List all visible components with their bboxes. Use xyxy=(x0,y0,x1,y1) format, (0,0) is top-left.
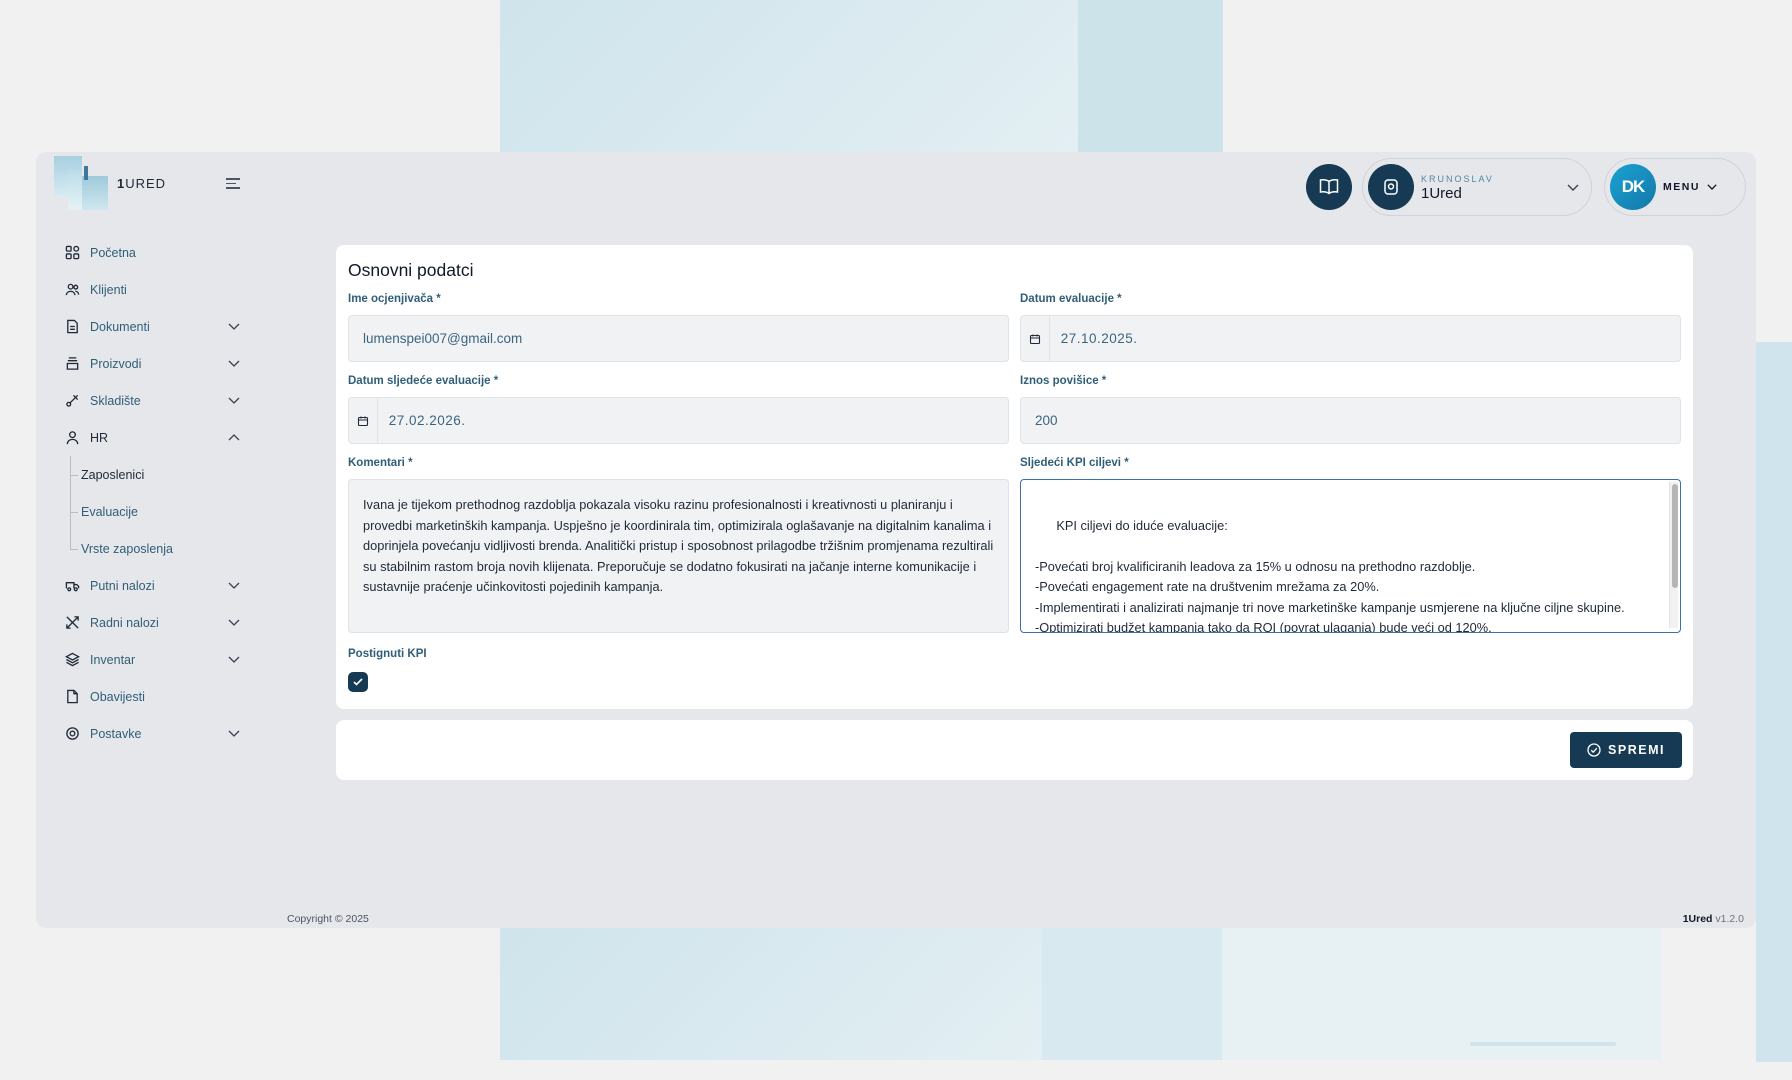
hamburger-icon[interactable] xyxy=(226,178,240,190)
version: 1Ured v1.2.0 xyxy=(1682,913,1744,925)
eval-date-label: Datum evaluacije * xyxy=(1020,293,1122,305)
kpi-achieved-checkbox[interactable] xyxy=(348,672,368,692)
evaluator-input[interactable] xyxy=(349,331,1008,346)
sidebar-item-label: Skladište xyxy=(90,393,141,408)
sidebar: Početna Klijenti Dokumenti Proizvodi Skl… xyxy=(56,234,256,752)
raise-label: Iznos povišice * xyxy=(1020,375,1107,387)
sidebar-item-radni-nalozi[interactable]: Radni nalozi xyxy=(56,604,256,641)
sidebar-subitem-vrste-zaposlenja[interactable]: Vrste zaposlenja xyxy=(56,530,256,567)
background-panel xyxy=(1756,342,1792,1062)
camera-icon xyxy=(1384,179,1398,195)
background-line xyxy=(1470,1042,1616,1046)
logo-icon xyxy=(54,156,110,210)
eval-date-field[interactable] xyxy=(1020,315,1681,362)
next-eval-label: Datum sljedeće evaluacije * xyxy=(348,375,499,387)
user-icon xyxy=(64,430,80,446)
kpi-achieved-label: Postignuti KPI xyxy=(348,648,427,660)
evaluator-field[interactable] xyxy=(348,315,1009,362)
sidebar-item-label: Obavijesti xyxy=(90,689,145,704)
chevron-down-icon xyxy=(228,360,240,367)
eval-date-input[interactable] xyxy=(1049,331,1680,346)
copyright: Copyright © 2025 xyxy=(287,913,369,925)
app-window: 1URED Početna Klijenti Dokumenti Proizvo… xyxy=(36,152,1756,928)
menu-label: MENU xyxy=(1663,181,1700,193)
book-icon xyxy=(1319,179,1339,195)
dolly-icon xyxy=(64,393,80,409)
avatar: DK xyxy=(1610,164,1656,210)
kpi-text: KPI ciljevi do iduće evaluacije: -Poveća… xyxy=(1035,517,1625,633)
page-title: Osnovni podatci xyxy=(348,260,474,280)
next-eval-input[interactable] xyxy=(377,413,1008,428)
calendar-icon[interactable] xyxy=(349,398,378,443)
sidebar-item-label: Putni nalozi xyxy=(90,578,155,593)
sidebar-subitem-evaluacije[interactable]: Evaluacije xyxy=(56,493,256,530)
layers-icon xyxy=(64,652,80,668)
kpi-label: Sljedeći KPI ciljevi * xyxy=(1020,457,1129,469)
logo-text: 1URED xyxy=(117,176,167,191)
docs-button[interactable] xyxy=(1306,164,1352,210)
sidebar-item-label: Inventar xyxy=(90,652,136,667)
background-panel xyxy=(500,928,1042,1060)
background-panel xyxy=(500,0,1078,152)
gear-icon xyxy=(64,726,80,742)
raise-field[interactable] xyxy=(1020,397,1681,444)
kpi-textarea[interactable]: KPI ciljevi do iduće evaluacije: -Poveća… xyxy=(1020,479,1681,633)
chevron-down-icon xyxy=(228,656,240,663)
tools-icon xyxy=(64,615,80,631)
sidebar-item-label: Proizvodi xyxy=(90,356,142,371)
chevron-down-icon xyxy=(1707,184,1717,190)
car-icon xyxy=(64,578,80,594)
sidebar-item-label: HR xyxy=(90,430,109,445)
form-card: Osnovni podatci Ime ocjenjivača * Datum … xyxy=(336,245,1693,709)
users-icon xyxy=(64,282,80,298)
chevron-down-icon xyxy=(228,619,240,626)
organization-avatar xyxy=(1368,164,1414,210)
background-panel xyxy=(1222,928,1662,1060)
box-icon xyxy=(64,356,80,372)
background-panel xyxy=(1042,928,1222,1060)
save-label: SPREMI xyxy=(1608,743,1665,757)
dashboard-icon xyxy=(64,245,80,261)
file-icon xyxy=(64,689,80,705)
sidebar-item-postavke[interactable]: Postavke xyxy=(56,715,256,752)
chevron-down-icon xyxy=(228,730,240,737)
sidebar-item-putni-nalozi[interactable]: Putni nalozi xyxy=(56,567,256,604)
chevron-down-icon xyxy=(228,323,240,330)
evaluator-label: Ime ocjenjivača * xyxy=(348,293,441,305)
sidebar-item-inventar[interactable]: Inventar xyxy=(56,641,256,678)
sidebar-item-label: Dokumenti xyxy=(90,319,150,334)
next-eval-field[interactable] xyxy=(348,397,1009,444)
chevron-down-icon xyxy=(228,397,240,404)
background-panel xyxy=(1078,0,1223,152)
user-menu-button[interactable]: DK MENU xyxy=(1604,158,1746,216)
check-icon xyxy=(353,678,363,686)
sidebar-item-label: Radni nalozi xyxy=(90,615,159,630)
organization-name: 1Ured xyxy=(1421,185,1462,202)
sidebar-item-skladiste[interactable]: Skladište xyxy=(56,382,256,419)
raise-input[interactable] xyxy=(1021,413,1680,428)
sidebar-item-proizvodi[interactable]: Proizvodi xyxy=(56,345,256,382)
sidebar-item-label: Klijenti xyxy=(90,282,127,297)
action-bar: SPREMI xyxy=(336,720,1693,780)
comment-textarea[interactable]: Ivana je tijekom prethodnog razdoblja po… xyxy=(348,479,1009,633)
scrollbar[interactable] xyxy=(1669,482,1678,628)
calendar-icon[interactable] xyxy=(1021,316,1050,361)
comment-label: Komentari * xyxy=(348,457,413,469)
sidebar-item-hr[interactable]: HR xyxy=(56,419,256,456)
sidebar-subitem-zaposlenici[interactable]: Zaposlenici xyxy=(56,456,256,493)
save-button[interactable]: SPREMI xyxy=(1570,732,1682,768)
sidebar-item-label: Postavke xyxy=(90,726,142,741)
check-circle-icon xyxy=(1587,743,1601,757)
organization-selector[interactable]: KRUNOSLAV 1Ured xyxy=(1362,158,1592,216)
chevron-down-icon xyxy=(1567,184,1579,191)
sidebar-item-obavijesti[interactable]: Obavijesti xyxy=(56,678,256,715)
sidebar-item-label: Početna xyxy=(90,245,136,260)
chevron-up-icon xyxy=(228,434,240,441)
sidebar-item-klijenti[interactable]: Klijenti xyxy=(56,271,256,308)
organization-subtitle: KRUNOSLAV xyxy=(1421,174,1494,184)
sidebar-item-dokumenti[interactable]: Dokumenti xyxy=(56,308,256,345)
chevron-down-icon xyxy=(228,582,240,589)
sidebar-item-pocetna[interactable]: Početna xyxy=(56,234,256,271)
document-icon xyxy=(64,319,80,335)
